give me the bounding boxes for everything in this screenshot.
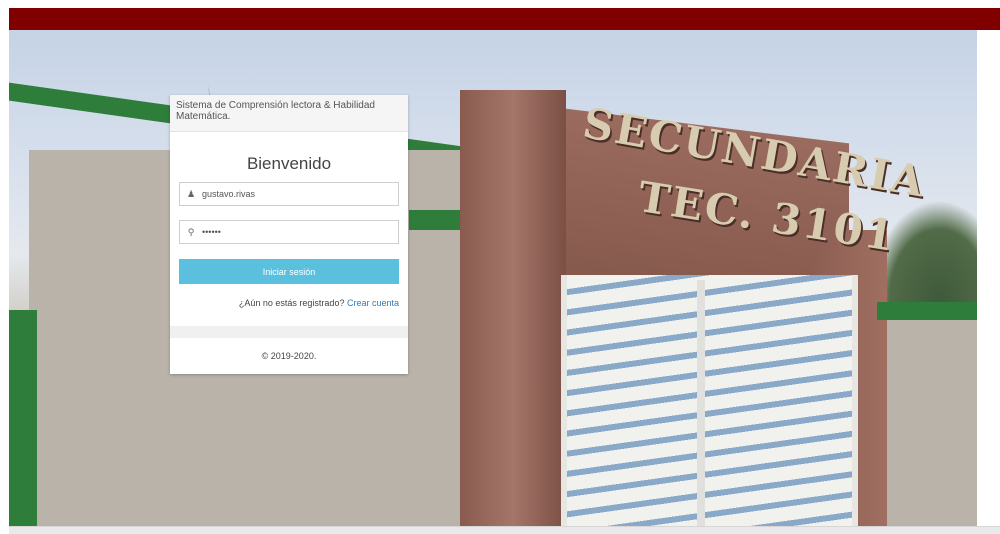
key-icon: ⚲ [187, 226, 195, 237]
user-icon: ♟ [186, 188, 196, 199]
green-post [9, 310, 37, 526]
top-bar [9, 8, 1000, 30]
wall-cap-right [877, 302, 977, 320]
register-prompt: ¿Aún no estás registrado? [238, 298, 345, 308]
create-account-link[interactable]: Crear cuenta [347, 298, 399, 308]
welcome-title: Bienvenido [246, 154, 332, 173]
password-value: •••••• [202, 227, 221, 237]
copyright: © 2019-2020. [261, 351, 317, 361]
background-photo: SECUNDARIA TEC. 3101 [9, 30, 977, 526]
gate-center-post [697, 280, 705, 526]
login-button[interactable]: Iniciar sesión [179, 259, 399, 284]
password-field[interactable]: ⚲ •••••• [179, 220, 399, 244]
gate [561, 275, 858, 526]
wall-right [887, 320, 977, 526]
login-card: Sistema de Comprensión lectora & Habilid… [170, 95, 408, 374]
username-value: gustavo.rivas [202, 189, 256, 199]
card-footer: © 2019-2020. [170, 326, 408, 374]
register-row: ¿Aún no estás registrado? Crear cuenta [239, 298, 399, 308]
username-field[interactable]: ♟ gustavo.rivas [179, 182, 399, 206]
card-header: Sistema de Comprensión lectora & Habilid… [170, 95, 408, 132]
gate-pillar-left [460, 90, 566, 526]
